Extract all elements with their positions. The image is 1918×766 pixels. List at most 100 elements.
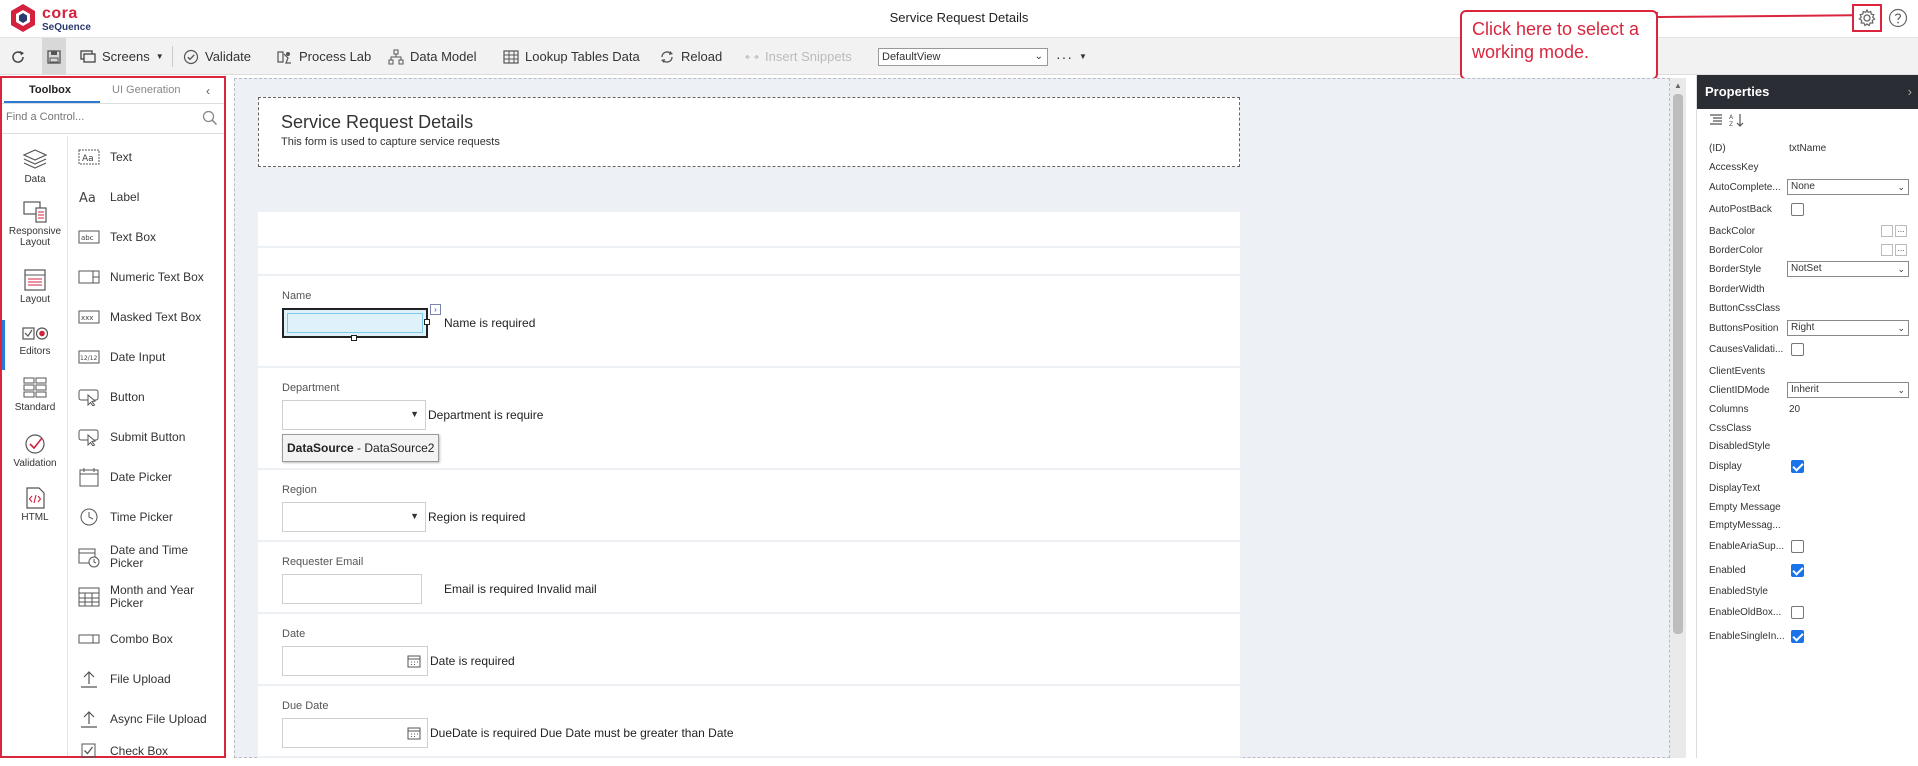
search-icon[interactable] [202, 110, 218, 129]
property-row[interactable]: DisplayText [1709, 479, 1913, 499]
property-row[interactable]: Enabled [1709, 561, 1913, 581]
property-row[interactable]: AccessKey [1709, 158, 1913, 178]
control-date-input[interactable]: 12/12 Date Input [78, 342, 165, 372]
canvas-scroll-thumb[interactable] [1673, 94, 1683, 634]
collapse-panel-icon[interactable]: ‹ [206, 84, 210, 98]
control-masked-text-box[interactable]: xxx Masked Text Box [78, 302, 201, 332]
category-standard[interactable]: Standard [2, 376, 68, 413]
control-check-box[interactable]: Check Box [78, 736, 168, 766]
property-row[interactable]: BackColor... [1709, 222, 1913, 242]
chevron-right-icon[interactable]: › [1908, 75, 1912, 109]
form-header[interactable]: Service Request Details This form is use… [258, 97, 1240, 167]
control-text-box[interactable]: abc Text Box [78, 222, 156, 252]
property-checkbox[interactable] [1791, 203, 1804, 216]
validate-button[interactable]: Validate [183, 38, 251, 75]
control-combo-box[interactable]: Combo Box [78, 624, 173, 654]
property-row[interactable]: BorderWidth [1709, 280, 1913, 300]
department-dropdown[interactable]: ▼ [282, 400, 426, 430]
scroll-up-arrow-icon[interactable]: ▲ [1674, 81, 1682, 90]
property-select[interactable]: Right ⌄ [1787, 320, 1909, 336]
property-checkbox[interactable] [1791, 343, 1804, 356]
control-numeric-text-box[interactable]: Numeric Text Box [78, 262, 204, 292]
control-search-input[interactable] [6, 111, 186, 123]
categorized-sort-icon[interactable] [1709, 113, 1723, 130]
property-value[interactable]: 20 [1789, 404, 1800, 415]
control-async-file-upload[interactable]: Async File Upload [78, 704, 207, 734]
property-row[interactable]: Empty Message [1709, 498, 1913, 518]
property-row[interactable]: ButtonCssClass [1709, 299, 1913, 319]
more-options-button[interactable]: ··· ▼ [1056, 38, 1088, 75]
property-row[interactable]: EnableAriaSup... [1709, 537, 1913, 557]
region-dropdown[interactable]: ▼ [282, 502, 426, 532]
property-row[interactable]: BorderStyle NotSet ⌄ [1709, 260, 1913, 280]
property-checkbox[interactable] [1791, 460, 1804, 473]
color-swatch[interactable] [1881, 225, 1893, 237]
property-row[interactable]: CssClass [1709, 419, 1913, 439]
save-button[interactable] [42, 38, 66, 75]
property-row[interactable]: CausesValidati... [1709, 340, 1913, 360]
property-select[interactable]: None ⌄ [1787, 179, 1909, 195]
resize-handle-right[interactable] [424, 319, 430, 325]
smart-tag-icon[interactable]: › [430, 304, 441, 315]
control-file-upload[interactable]: File Upload [78, 664, 171, 694]
property-row[interactable]: ClientEvents [1709, 362, 1913, 382]
property-checkbox[interactable] [1791, 564, 1804, 577]
refresh-button[interactable] [10, 38, 26, 75]
property-row[interactable]: ClientIDMode Inherit ⌄ [1709, 381, 1913, 401]
help-button[interactable] [1886, 6, 1910, 30]
calendar-icon[interactable] [407, 654, 421, 671]
color-picker-button[interactable]: ... [1895, 244, 1907, 256]
control-text[interactable]: Aa Text [78, 142, 132, 172]
category-data[interactable]: Data [2, 148, 68, 185]
control-month-and-year-picker[interactable]: Month and Year Picker [78, 582, 206, 612]
calendar-icon[interactable] [407, 726, 421, 743]
color-swatch[interactable] [1881, 244, 1893, 256]
view-select[interactable]: DefaultView ⌄ [878, 48, 1048, 66]
name-input[interactable] [282, 308, 428, 338]
property-select[interactable]: Inherit ⌄ [1787, 382, 1909, 398]
property-row[interactable]: BorderColor... [1709, 241, 1913, 261]
property-row[interactable]: EnableSingleIn... [1709, 627, 1913, 647]
control-submit-button[interactable]: Submit Button [78, 422, 185, 452]
form-empty-row[interactable] [258, 248, 1240, 276]
property-checkbox[interactable] [1791, 540, 1804, 553]
process-lab-button[interactable]: Process Lab [275, 38, 371, 75]
property-row[interactable]: Columns 20 [1709, 400, 1913, 420]
category-responsive-layout[interactable]: Responsive Layout [2, 200, 68, 248]
data-model-button[interactable]: Data Model [388, 38, 476, 75]
property-select[interactable]: NotSet ⌄ [1787, 261, 1909, 277]
email-input[interactable] [282, 574, 422, 604]
control-label[interactable]: Aa Label [78, 182, 139, 212]
alphabetical-sort-icon[interactable]: AZ [1729, 113, 1745, 130]
category-html[interactable]: HTML [2, 486, 68, 523]
due-date-input[interactable] [282, 718, 428, 748]
insert-snippets-button[interactable]: Insert Snippets [745, 38, 852, 75]
category-validation[interactable]: Validation [2, 432, 68, 469]
tab-ui-generation[interactable]: UI Generation [112, 84, 180, 96]
control-date-and-time-picker[interactable]: Date and Time Picker [78, 542, 200, 572]
property-row[interactable]: ButtonsPosition Right ⌄ [1709, 319, 1913, 339]
property-row[interactable]: EmptyMessag... [1709, 516, 1913, 536]
category-editors[interactable]: Editors [2, 320, 68, 370]
property-checkbox[interactable] [1791, 606, 1804, 619]
property-row[interactable]: (ID) txtName [1709, 139, 1913, 159]
control-date-picker[interactable]: Date Picker [78, 462, 172, 492]
tab-toolbox[interactable]: Toolbox [29, 84, 71, 96]
screens-menu[interactable]: Screens ▼ [80, 38, 164, 75]
property-row[interactable]: Display [1709, 457, 1913, 477]
property-checkbox[interactable] [1791, 630, 1804, 643]
category-layout[interactable]: Layout [2, 268, 68, 305]
form-empty-row[interactable] [258, 212, 1240, 248]
date-input[interactable] [282, 646, 428, 676]
property-row[interactable]: DisabledStyle [1709, 437, 1913, 457]
reload-button[interactable]: Reload [659, 38, 722, 75]
property-row[interactable]: AutoComplete... None ⌄ [1709, 178, 1913, 198]
property-row[interactable]: EnableOldBox... [1709, 603, 1913, 623]
datasource-badge[interactable]: DataSource - DataSource2 [282, 434, 440, 462]
color-picker-button[interactable]: ... [1895, 225, 1907, 237]
property-row[interactable]: AutoPostBack [1709, 200, 1913, 220]
property-value[interactable]: txtName [1789, 143, 1826, 154]
working-mode-gear-button[interactable] [1852, 4, 1882, 32]
lookup-tables-button[interactable]: Lookup Tables Data [503, 38, 640, 75]
control-button[interactable]: Button [78, 382, 145, 412]
